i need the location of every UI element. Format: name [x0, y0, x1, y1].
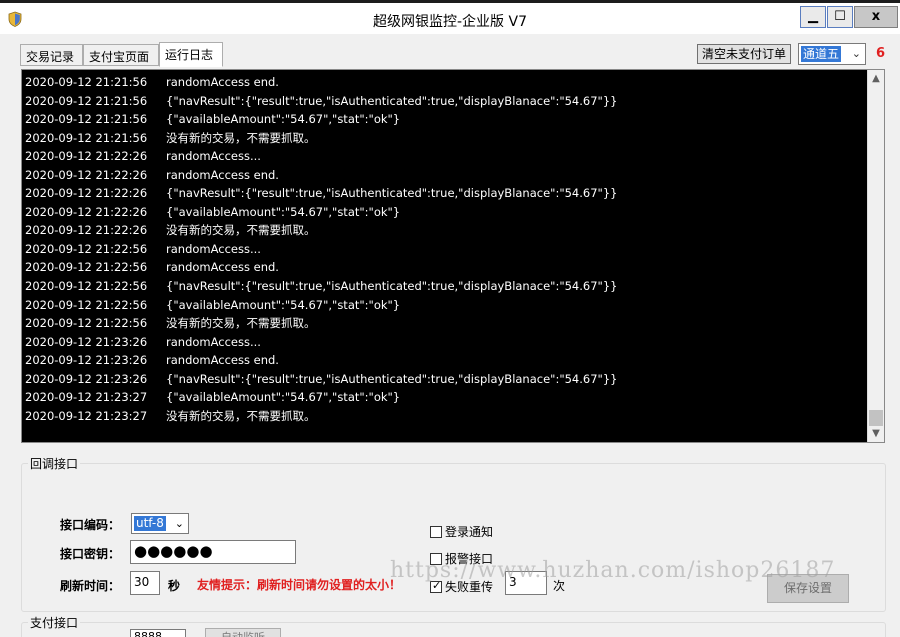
log-entry: 2020-09-12 21:21:56 {"availableAmount":"5…: [22, 110, 868, 129]
auto-listen-button[interactable]: 自动监听: [205, 628, 281, 637]
log-timestamp: 2020-09-12 21:23:27: [25, 390, 148, 405]
log-entry: 2020-09-12 21:22:56 {"availableAmount":"5…: [22, 296, 868, 315]
log-entry: 2020-09-12 21:21:56 没有新的交易，不需要抓取。: [22, 129, 868, 148]
log-message: {"navResult":{"result":true,"isAuthentic…: [166, 279, 618, 294]
log-message: randomAccess end.: [166, 260, 279, 275]
close-button[interactable]: x: [854, 6, 898, 28]
payment-input[interactable]: 8888: [130, 629, 186, 637]
log-scrollbar[interactable]: ▲ ▼: [867, 70, 884, 442]
tab-transactions[interactable]: 交易记录: [20, 44, 83, 66]
refresh-input[interactable]: 30: [130, 571, 160, 595]
minimize-button[interactable]: ▁: [800, 6, 826, 28]
log-timestamp: 2020-09-12 21:22:26: [25, 167, 148, 182]
log-timestamp: 2020-09-12 21:22:56: [25, 279, 148, 294]
chevron-down-icon: ⌄: [174, 517, 184, 530]
log-timestamp: 2020-09-12 21:23:26: [25, 371, 148, 386]
log-entry: 2020-09-12 21:22:26 没有新的交易，不需要抓取。: [22, 221, 868, 240]
tab-run-log[interactable]: 运行日志: [159, 42, 223, 67]
channel-select[interactable]: 通道五 ⌄: [798, 43, 866, 65]
log-message: randomAccess end.: [166, 353, 279, 368]
log-timestamp: 2020-09-12 21:23:26: [25, 353, 148, 368]
watermark-text: https://www.huzhan.com/ishop26187: [390, 558, 836, 583]
scroll-thumb[interactable]: [869, 410, 883, 426]
maximize-button[interactable]: ☐: [827, 6, 853, 28]
log-message: randomAccess...: [166, 334, 261, 349]
log-message: {"availableAmount":"54.67","stat":"ok"}: [166, 112, 401, 127]
refresh-label: 刷新时间：: [60, 579, 121, 593]
secret-input[interactable]: ●●●●●●: [130, 540, 296, 564]
log-message: 没有新的交易，不需要抓取。: [166, 223, 316, 238]
channel-select-value: 通道五: [801, 46, 842, 62]
log-entry: 2020-09-12 21:23:27 {"availableAmount":"5…: [22, 388, 868, 407]
log-message: {"availableAmount":"54.67","stat":"ok"}: [166, 297, 401, 312]
login-notify-label: 登录通知: [445, 525, 494, 539]
scroll-up-icon[interactable]: ▲: [868, 70, 884, 87]
encoding-select[interactable]: utf-8 ⌄: [131, 513, 189, 534]
log-timestamp: 2020-09-12 21:21:56: [25, 93, 148, 108]
log-entry: 2020-09-12 21:22:56 没有新的交易，不需要抓取。: [22, 314, 868, 333]
log-timestamp: 2020-09-12 21:22:26: [25, 149, 148, 164]
log-list: 2020-09-12 21:21:56 randomAccess end. 2020…: [22, 73, 868, 425]
log-entry: 2020-09-12 21:22:26 randomAccess end.: [22, 166, 868, 185]
log-entry: 2020-09-12 21:22:26 {"navResult":{"result…: [22, 184, 868, 203]
tab-alipay-page[interactable]: 支付宝页面: [83, 44, 159, 66]
log-timestamp: 2020-09-12 21:22:26: [25, 223, 148, 238]
log-entry: 2020-09-12 21:22:26 randomAccess...: [22, 147, 868, 166]
clear-unpaid-orders-button[interactable]: 清空未支付订单: [697, 44, 791, 64]
log-message: 没有新的交易，不需要抓取。: [166, 408, 316, 423]
title-bar: 超级网银监控-企业版 V7 ▁ ☐ x: [0, 0, 900, 34]
log-timestamp: 2020-09-12 21:21:56: [25, 130, 148, 145]
log-message: {"navResult":{"result":true,"isAuthentic…: [166, 186, 618, 201]
login-notify-checkbox[interactable]: [430, 526, 442, 538]
log-entry: 2020-09-12 21:22:26 {"availableAmount":"5…: [22, 203, 868, 222]
log-entry: 2020-09-12 21:23:26 randomAccess...: [22, 333, 868, 352]
refresh-unit: 秒: [168, 579, 181, 593]
secret-label: 接口密钥：: [60, 547, 121, 561]
log-message: 没有新的交易，不需要抓取。: [166, 130, 316, 145]
log-message: {"availableAmount":"54.67","stat":"ok"}: [166, 204, 401, 219]
channel-count: 6: [876, 46, 886, 61]
log-panel[interactable]: 2020-09-12 21:21:56 randomAccess end. 2020…: [21, 69, 885, 443]
log-entry: 2020-09-12 21:22:56 randomAccess...: [22, 240, 868, 259]
window-title: 超级网银监控-企业版 V7: [373, 14, 527, 30]
log-message: randomAccess...: [166, 149, 261, 164]
log-message: {"navResult":{"result":true,"isAuthentic…: [166, 371, 618, 386]
log-timestamp: 2020-09-12 21:22:56: [25, 260, 148, 275]
encoding-label: 接口编码：: [60, 518, 121, 532]
log-timestamp: 2020-09-12 21:21:56: [25, 75, 148, 89]
scroll-down-icon[interactable]: ▼: [868, 425, 884, 442]
log-message: randomAccess...: [166, 241, 261, 256]
login-notify-checkbox-row[interactable]: 登录通知: [430, 523, 493, 540]
log-timestamp: 2020-09-12 21:22:56: [25, 316, 148, 331]
log-entry: 2020-09-12 21:22:56 {"navResult":{"result…: [22, 277, 868, 296]
refresh-tip: 友情提示：刷新时间请勿设置的太小！: [197, 578, 402, 592]
log-timestamp: 2020-09-12 21:23:27: [25, 408, 148, 423]
log-message: {"navResult":{"result":true,"isAuthentic…: [166, 93, 618, 108]
log-message: {"availableAmount":"54.67","stat":"ok"}: [166, 390, 401, 405]
log-timestamp: 2020-09-12 21:22:26: [25, 204, 148, 219]
log-message: 没有新的交易，不需要抓取。: [166, 316, 316, 331]
log-timestamp: 2020-09-12 21:22:56: [25, 241, 148, 256]
log-entry: 2020-09-12 21:23:26 randomAccess end.: [22, 351, 868, 370]
log-message: randomAccess end.: [166, 167, 279, 182]
log-entry: 2020-09-12 21:23:27 没有新的交易，不需要抓取。: [22, 407, 868, 426]
log-entry: 2020-09-12 21:21:56 {"navResult":{"result…: [22, 92, 868, 111]
log-entry: 2020-09-12 21:22:56 randomAccess end.: [22, 258, 868, 277]
encoding-select-value: utf-8: [134, 516, 166, 531]
chevron-down-icon: ⌄: [851, 47, 861, 60]
log-timestamp: 2020-09-12 21:22:26: [25, 186, 148, 201]
log-message: randomAccess end.: [166, 75, 279, 89]
callback-group-title: 回调接口: [28, 455, 81, 472]
payment-group-title: 支付接口: [28, 614, 81, 631]
log-entry: 2020-09-12 21:21:56 randomAccess end.: [22, 73, 868, 92]
log-timestamp: 2020-09-12 21:21:56: [25, 112, 148, 127]
log-timestamp: 2020-09-12 21:22:56: [25, 297, 148, 312]
log-entry: 2020-09-12 21:23:26 {"navResult":{"result…: [22, 370, 868, 389]
log-timestamp: 2020-09-12 21:23:26: [25, 334, 148, 349]
